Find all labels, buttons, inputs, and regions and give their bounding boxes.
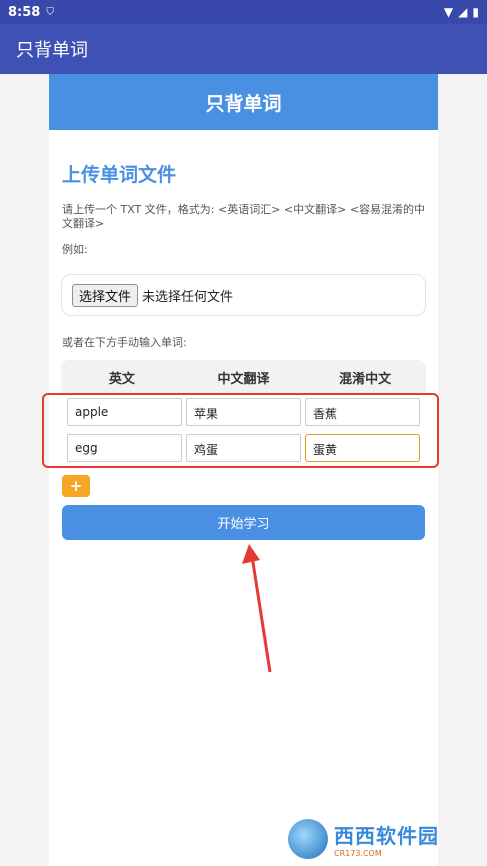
- start-learning-button[interactable]: 开始学习: [62, 505, 425, 540]
- status-time: 8:58: [8, 4, 41, 20]
- add-row-button[interactable]: +: [62, 475, 90, 497]
- card-header: 只背单词: [49, 74, 438, 130]
- upload-description: 请上传一个 TXT 文件，格式为: <英语词汇> <中文翻译> <容易混淆的中文…: [62, 203, 426, 230]
- watermark-url: CR173.COM: [334, 849, 382, 858]
- column-english: 英文: [108, 371, 135, 387]
- watermark-text: 西西软件园 CR173.COM: [334, 820, 439, 858]
- status-icons: ▼ ◢ ▮: [444, 5, 479, 19]
- main-card: 只背单词 上传单词文件 请上传一个 TXT 文件，格式为: <英语词汇> <中文…: [49, 74, 438, 866]
- pointer-arrow-icon: [242, 544, 272, 673]
- watermark: 西西软件园 CR173.COM: [288, 818, 478, 860]
- column-chinese: 中文翻译: [217, 371, 270, 387]
- signal-icon: ◢: [458, 5, 468, 19]
- status-bar: 8:58 ⛉ ▼ ◢ ▮: [0, 0, 487, 24]
- shield-icon: ⛉: [46, 6, 54, 18]
- card-title: 只背单词: [205, 92, 282, 115]
- file-upload-box: 选择文件 未选择任何文件: [61, 274, 426, 316]
- wifi-icon: ▼: [443, 5, 454, 19]
- app-bar: 只背单词: [0, 24, 487, 74]
- word-table-header: 英文 中文翻译 混淆中文: [61, 360, 426, 394]
- app-title: 只背单词: [16, 40, 88, 61]
- highlight-box: [42, 393, 439, 468]
- watermark-logo-icon: [288, 819, 328, 859]
- watermark-brand: 西西软件园: [334, 824, 439, 848]
- file-status: 未选择任何文件: [142, 289, 234, 305]
- manual-entry-label: 或者在下方手动输入单词:: [62, 336, 187, 349]
- upload-section-title: 上传单词文件: [62, 164, 177, 186]
- example-label: 例如:: [62, 243, 88, 256]
- choose-file-button[interactable]: 选择文件: [72, 283, 139, 307]
- column-confusing: 混淆中文: [339, 371, 392, 387]
- battery-icon: ▮: [472, 5, 479, 19]
